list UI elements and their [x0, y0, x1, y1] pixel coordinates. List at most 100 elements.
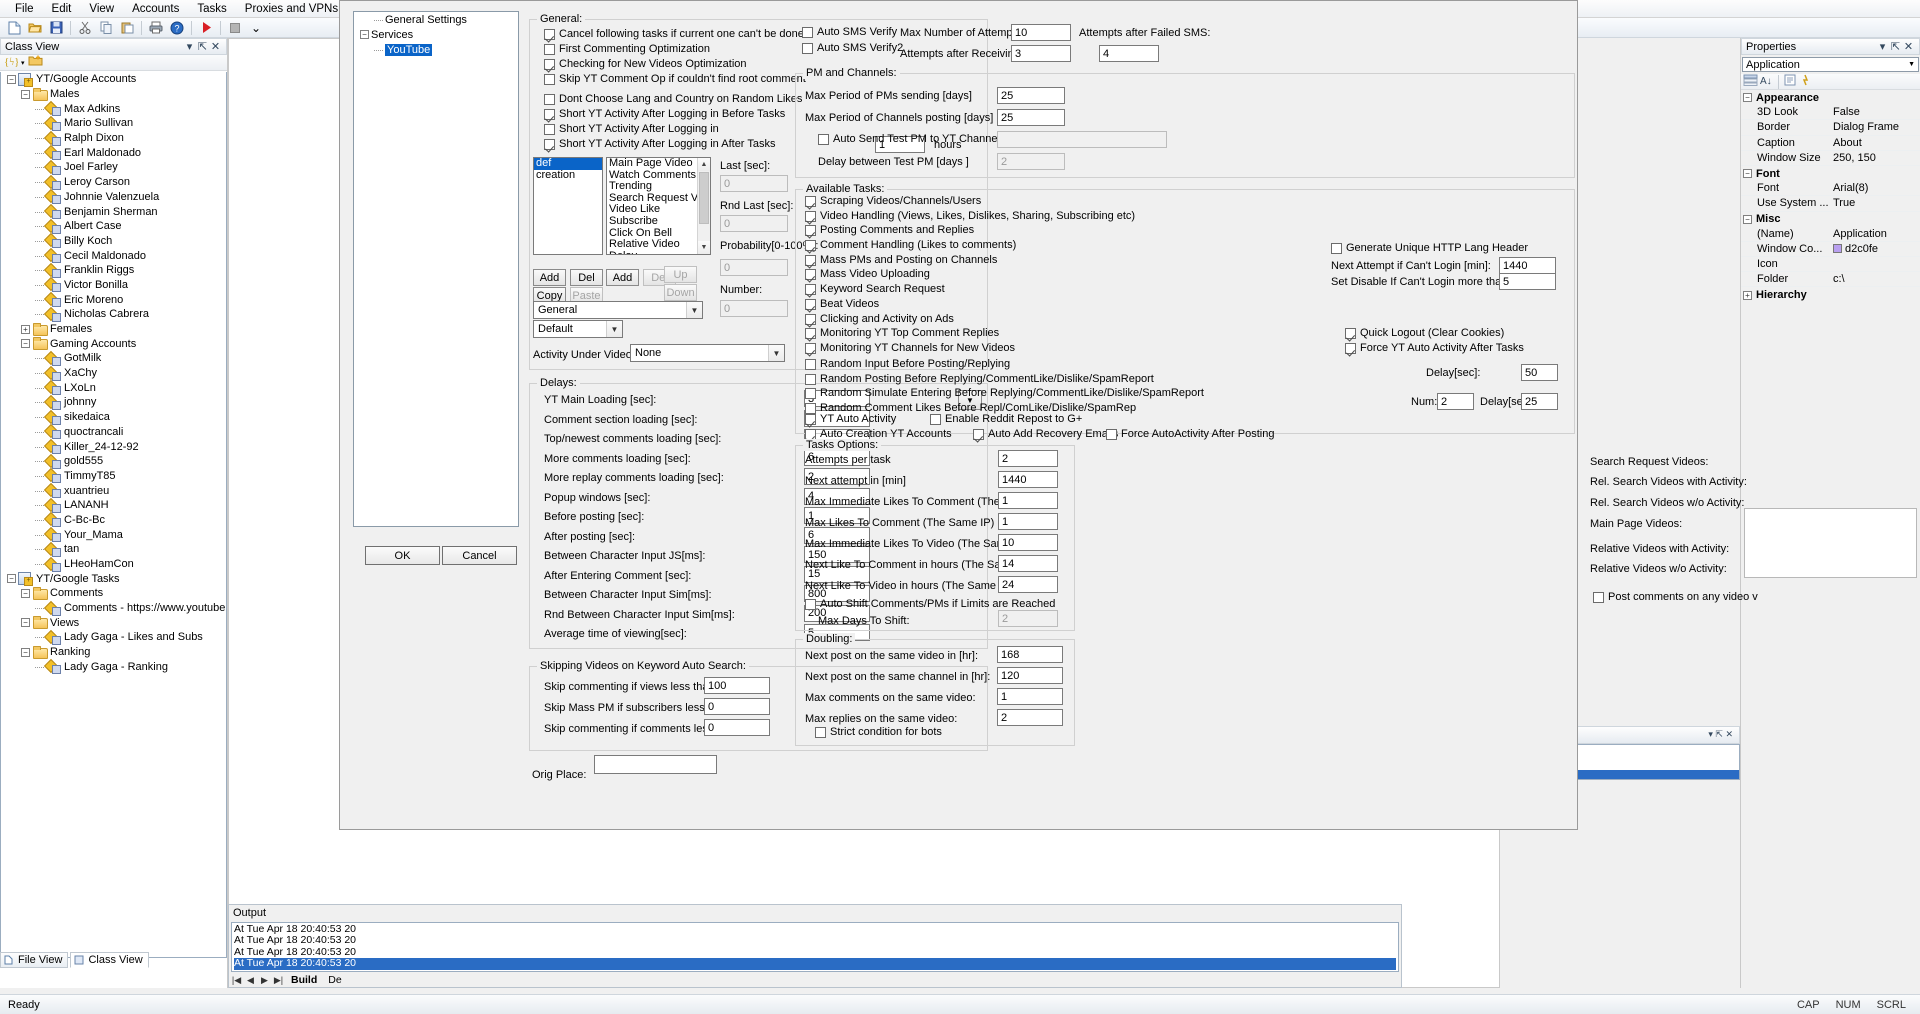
- class-view-tree-item[interactable]: Comments - https://www.youtube.c: [1, 601, 226, 616]
- class-view-tree-item[interactable]: −YT/Google Accounts: [1, 72, 226, 87]
- cancel-button[interactable]: Cancel: [442, 546, 517, 565]
- new-folder-icon[interactable]: [28, 55, 43, 70]
- class-view-tree-item[interactable]: TimmyT85: [1, 469, 226, 484]
- last-sec-input[interactable]: [720, 175, 788, 192]
- property-category[interactable]: −Font: [1741, 166, 1920, 181]
- property-row[interactable]: CaptionAbout: [1741, 136, 1920, 151]
- action-list-item[interactable]: Delay: [607, 251, 696, 255]
- property-row[interactable]: (Name)Application: [1741, 227, 1920, 242]
- pin-icon[interactable]: ⇱: [1889, 40, 1902, 53]
- property-row[interactable]: BorderDialog Frame: [1741, 120, 1920, 135]
- available-task-checkbox[interactable]: Monitoring YT Top Comment Replies: [805, 327, 1204, 340]
- class-view-tree[interactable]: −YT/Google Accounts−MalesMax AdkinsMario…: [0, 72, 227, 958]
- profiles-listbox[interactable]: defcreation: [533, 157, 603, 255]
- class-view-tree-item[interactable]: XaChy: [1, 366, 226, 381]
- available-task-checkbox[interactable]: Video Handling (Views, Likes, Dislikes, …: [805, 210, 1204, 223]
- tree-expander-icon[interactable]: −: [7, 574, 16, 583]
- tree-expander-icon[interactable]: −: [21, 339, 30, 348]
- new-file-icon[interactable]: [4, 19, 24, 37]
- available-task-checkbox[interactable]: Comment Handling (Likes to comments): [805, 239, 1204, 252]
- profile-list-item[interactable]: def: [534, 158, 602, 170]
- rnd-last-sec-input[interactable]: [720, 215, 788, 232]
- chevron-down-icon[interactable]: ▾: [183, 40, 196, 53]
- settings-tree-item[interactable]: General Settings: [354, 12, 518, 27]
- next-record-icon[interactable]: ▶: [259, 975, 270, 986]
- force-yt-auto-activity-checkbox[interactable]: Force YT Auto Activity After Tasks: [1345, 342, 1524, 355]
- class-view-tree-item[interactable]: johnny: [1, 395, 226, 410]
- menu-view[interactable]: View: [80, 1, 123, 17]
- checking-new-videos-optimization-checkbox[interactable]: Checking for New Videos Optimization: [544, 58, 806, 71]
- probability-input[interactable]: [720, 259, 788, 276]
- profile-del-button[interactable]: Del: [570, 269, 603, 286]
- general-combo[interactable]: General ▼: [533, 301, 703, 319]
- available-task-checkbox[interactable]: Random Input Before Posting/Replying: [805, 358, 1204, 371]
- class-view-tree-item[interactable]: Killer_24-12-92: [1, 439, 226, 454]
- class-view-tree-item[interactable]: Your_Mama: [1, 527, 226, 542]
- property-category[interactable]: −Misc: [1741, 212, 1920, 227]
- tasks-option-input[interactable]: [998, 513, 1058, 530]
- properties-object-combo[interactable]: Application ▼: [1742, 57, 1919, 72]
- class-view-tree-item[interactable]: xuantrieu: [1, 483, 226, 498]
- tasks-option-input[interactable]: [998, 576, 1058, 593]
- skip-yt-comment-op-checkbox[interactable]: Skip YT Comment Op if couldn't find root…: [544, 73, 806, 86]
- orig-place-input[interactable]: [594, 755, 717, 774]
- skipping-input[interactable]: [704, 677, 770, 694]
- open-folder-icon[interactable]: [25, 19, 45, 37]
- number-input[interactable]: [720, 300, 788, 317]
- doubling-input[interactable]: [997, 646, 1063, 663]
- delay-between-test-pm-input[interactable]: [997, 153, 1065, 170]
- tree-expander-icon[interactable]: −: [360, 30, 369, 39]
- action-list-item[interactable]: Main Page Video: [607, 158, 696, 170]
- class-view-tree-item[interactable]: −Males: [1, 87, 226, 102]
- class-view-tree-item[interactable]: GotMilk: [1, 351, 226, 366]
- attempts-after-failed-sms-input[interactable]: [1099, 45, 1159, 62]
- profile-list-item[interactable]: creation: [534, 170, 602, 182]
- max-days-to-shift-input[interactable]: [998, 610, 1058, 627]
- property-row[interactable]: Icon: [1741, 257, 1920, 272]
- settings-category-tree[interactable]: General Settings−ServicesYouTube: [353, 11, 519, 527]
- chevron-down-icon[interactable]: ▾: [1876, 40, 1889, 53]
- delay2-input[interactable]: [1521, 393, 1558, 410]
- close-icon[interactable]: ✕: [209, 40, 222, 53]
- copy-icon[interactable]: [96, 19, 116, 37]
- auto-sms-verify2-checkbox[interactable]: Auto SMS Verify2: [802, 42, 903, 55]
- class-view-tree-item[interactable]: Lady Gaga - Ranking: [1, 660, 226, 675]
- tab-file-view[interactable]: File View: [0, 952, 68, 968]
- property-category[interactable]: +Hierarchy: [1741, 287, 1920, 302]
- class-view-tree-item[interactable]: tan: [1, 542, 226, 557]
- available-task-checkbox[interactable]: Mass PMs and Posting on Channels: [805, 254, 1204, 267]
- auto-sms-verify-checkbox[interactable]: Auto SMS Verify: [802, 26, 903, 39]
- available-task-checkbox[interactable]: Clicking and Activity on Ads: [805, 313, 1204, 326]
- num-input[interactable]: [1437, 393, 1474, 410]
- class-view-tree-item[interactable]: Mario Sullivan: [1, 116, 226, 131]
- class-view-tree-item[interactable]: Johnnie Valenzuela: [1, 190, 226, 205]
- property-row[interactable]: Window Co...d2c0fe: [1741, 242, 1920, 257]
- delay-posting-input[interactable]: [1521, 364, 1558, 381]
- tree-expander-icon[interactable]: −: [7, 75, 16, 84]
- paste-icon[interactable]: [117, 19, 137, 37]
- class-view-tree-item[interactable]: Billy Koch: [1, 234, 226, 249]
- cancel-following-tasks-checkbox[interactable]: Cancel following tasks if current one ca…: [544, 28, 806, 41]
- short-activity-before-tasks-checkbox[interactable]: Short YT Activity After Logging in Befor…: [544, 108, 806, 121]
- post-comments-any-video-checkbox[interactable]: Post comments on any video v: [1593, 591, 1758, 604]
- class-view-tree-item[interactable]: +Females: [1, 322, 226, 337]
- tree-expander-icon[interactable]: −: [1743, 215, 1752, 224]
- action-add-button[interactable]: Add: [606, 269, 639, 286]
- profile-add-button[interactable]: Add: [533, 269, 566, 286]
- categorized-icon[interactable]: [1743, 74, 1758, 89]
- short-activity-after-logging-in-checkbox[interactable]: Short YT Activity After Logging in: [544, 123, 806, 136]
- tree-expander-icon[interactable]: −: [1743, 93, 1752, 102]
- doubling-input[interactable]: [997, 667, 1063, 684]
- activity-under-video-combo[interactable]: None ▼: [630, 344, 785, 362]
- class-view-tree-item[interactable]: Benjamin Sherman: [1, 204, 226, 219]
- first-record-icon[interactable]: |◀: [231, 975, 242, 986]
- run-icon[interactable]: [196, 19, 216, 37]
- available-task-checkbox[interactable]: Random Posting Before Replying/CommentLi…: [805, 373, 1204, 386]
- scroll-down-icon[interactable]: ▼: [698, 241, 710, 254]
- auto-send-test-pm-input[interactable]: [997, 131, 1167, 148]
- action-list-item[interactable]: Relative Video: [607, 239, 696, 251]
- settings-tree-item[interactable]: YouTube: [354, 42, 518, 57]
- class-view-tree-item[interactable]: Victor Bonilla: [1, 278, 226, 293]
- output-tab-debug[interactable]: De: [328, 974, 341, 986]
- chevron-down-icon[interactable]: ▾: [21, 59, 25, 67]
